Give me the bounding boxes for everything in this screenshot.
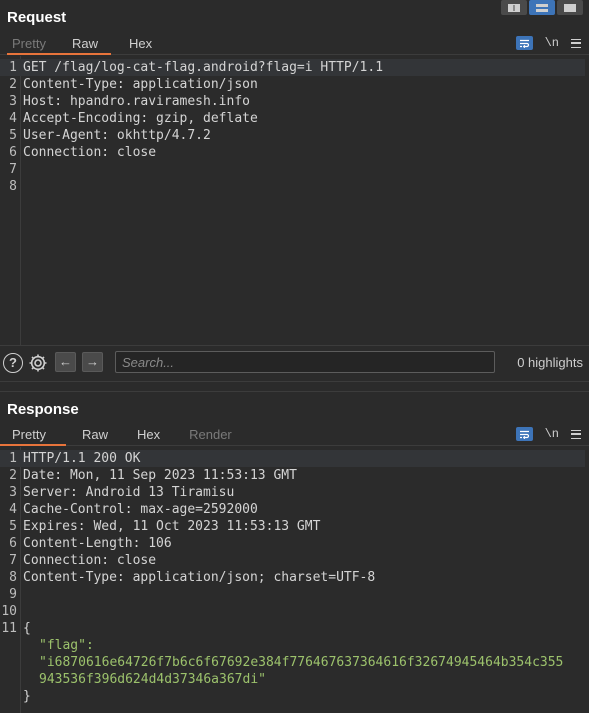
- json-value-line-cont: 943536f396d624d4d37346a367di": [0, 671, 585, 688]
- json-value-line: "i6870616e64726f7b6c6f67692e384f77646763…: [0, 654, 585, 671]
- request-title: Request: [7, 9, 67, 26]
- response-editor[interactable]: 1 HTTP/1.1 200 OK 2 Date: Mon, 11 Sep 2023…: [0, 447, 589, 713]
- highlights-count: 0 highlights: [517, 355, 583, 370]
- request-line: 3 Host: hpandro.raviramesh.info: [9, 94, 250, 109]
- word-wrap-icon[interactable]: [515, 36, 533, 50]
- response-line: 10: [1, 604, 17, 619]
- newline-toggle-icon[interactable]: \n: [545, 427, 559, 441]
- response-line: 11{: [1, 621, 31, 636]
- response-tab-raw[interactable]: Raw: [66, 424, 121, 445]
- layout-split-horizontal-button[interactable]: [529, 0, 555, 15]
- layout-single-pane-button[interactable]: [557, 0, 583, 15]
- single-pane-icon: [564, 3, 576, 12]
- response-line: 3 Server: Android 13 Tiramisu: [9, 485, 235, 500]
- split-vertical-icon: [508, 3, 520, 12]
- response-line: 6 Content-Length: 106: [9, 536, 172, 551]
- request-line: 2 Content-Type: application/json: [9, 77, 258, 92]
- hamburger-menu-icon[interactable]: [571, 38, 581, 48]
- response-tabs: Pretty Raw Hex Render \n: [0, 424, 589, 446]
- gear-icon[interactable]: [27, 352, 49, 379]
- hamburger-menu-icon[interactable]: [571, 429, 581, 439]
- request-tab-raw-label: Raw: [71, 36, 98, 51]
- request-line: 7: [9, 162, 17, 177]
- split-horizontal-icon: [536, 3, 548, 12]
- json-value-flag-cont: 943536f396d624d4d37346a367di": [39, 672, 266, 687]
- json-close-line: }: [0, 688, 585, 705]
- request-tab-raw[interactable]: Raw: [6, 33, 112, 55]
- response-tab-icons: \n: [515, 427, 581, 441]
- search-input[interactable]: [115, 351, 495, 373]
- word-wrap-icon[interactable]: [515, 427, 533, 441]
- json-value-flag: "i6870616e64726f7b6c6f67692e384f77646763…: [39, 655, 564, 670]
- search-bar: ? ← → 0 highlights: [0, 345, 589, 382]
- newline-toggle-icon[interactable]: \n: [545, 36, 559, 50]
- request-tab-icons: \n: [515, 36, 581, 50]
- search-forward-button[interactable]: →: [82, 352, 103, 372]
- response-tab-render[interactable]: Render: [173, 424, 245, 445]
- layout-split-vertical-button[interactable]: [501, 0, 527, 15]
- json-key-line: "flag":: [0, 637, 585, 654]
- response-line: 9: [9, 587, 17, 602]
- json-close-brace: }: [23, 689, 31, 704]
- request-line: 4 Accept-Encoding: gzip, deflate: [9, 111, 258, 126]
- json-key-flag: "flag":: [39, 638, 94, 653]
- response-line: 2 Date: Mon, 11 Sep 2023 11:53:13 GMT: [9, 468, 297, 483]
- request-line: 6 Connection: close: [9, 145, 157, 160]
- help-icon[interactable]: ?: [3, 353, 23, 373]
- response-tab-pretty[interactable]: Pretty: [0, 424, 66, 446]
- response-tab-hex[interactable]: Hex: [121, 424, 173, 445]
- response-line: 4 Cache-Control: max-age=2592000: [9, 502, 258, 517]
- panel-divider[interactable]: [0, 391, 589, 392]
- request-tabs: Pretty Raw Hex \n: [0, 33, 589, 55]
- response-line: 8 Content-Type: application/json; charset…: [9, 570, 376, 585]
- layout-toggle: [501, 0, 583, 15]
- response-line: 7 Connection: close: [9, 553, 157, 568]
- request-editor[interactable]: 1 GET /flag/log-cat-flag.android?flag=i H…: [0, 56, 589, 345]
- request-line: 5 User-Agent: okhttp/4.7.2: [9, 128, 211, 143]
- search-back-button[interactable]: ←: [55, 352, 76, 372]
- request-tab-hex[interactable]: Hex: [111, 33, 165, 54]
- response-line: 5 Expires: Wed, 11 Oct 2023 11:53:13 GMT: [9, 519, 321, 534]
- request-line: 8: [9, 179, 17, 194]
- request-line: 1 GET /flag/log-cat-flag.android?flag=i H…: [0, 59, 585, 76]
- response-line: 1 HTTP/1.1 200 OK: [0, 450, 585, 467]
- response-title: Response: [7, 401, 79, 418]
